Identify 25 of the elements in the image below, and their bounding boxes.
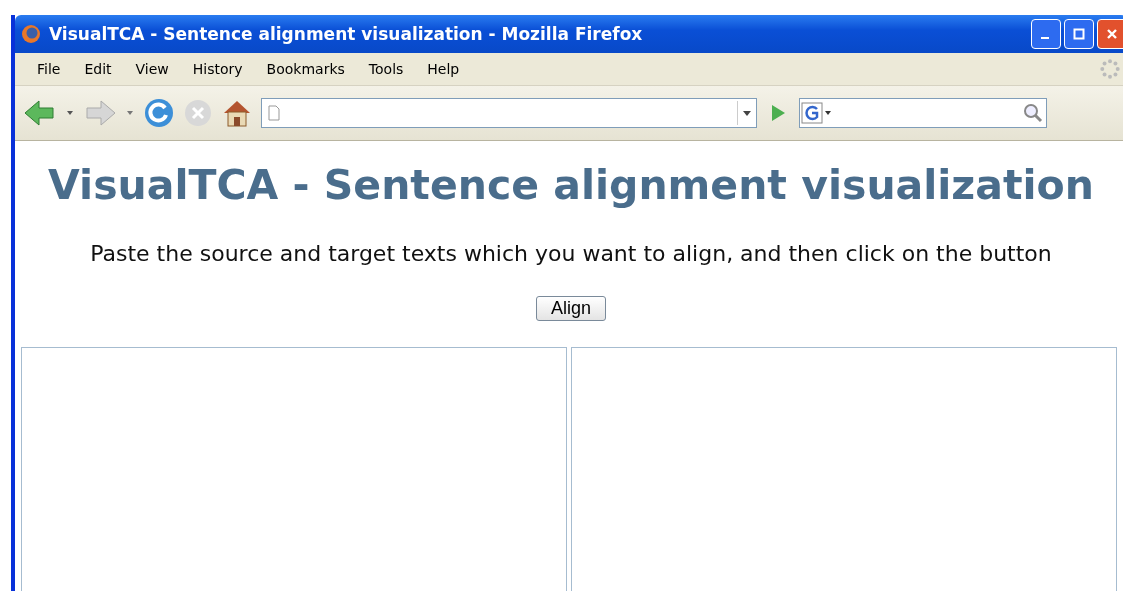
search-field[interactable]: [799, 98, 1047, 128]
back-arrow-icon[interactable]: [23, 98, 57, 128]
menu-item[interactable]: Tools: [356, 61, 416, 77]
menu-item[interactable]: Edit: [72, 61, 124, 77]
menu-item[interactable]: View: [123, 61, 181, 77]
menu-item[interactable]: File: [25, 61, 73, 77]
menu-item[interactable]: Help: [415, 61, 472, 77]
close-icon: [1105, 27, 1119, 41]
align-button[interactable]: Align: [536, 296, 606, 321]
dropdown-icon[interactable]: [65, 109, 75, 117]
menu-item[interactable]: History: [180, 61, 255, 77]
maximize-button[interactable]: [1064, 19, 1094, 49]
page-heading: VisualTCA - Sentence alignment visualization: [48, 161, 1094, 209]
menu-item[interactable]: Bookmarks: [254, 61, 357, 77]
globe-icon: [21, 24, 41, 44]
window-title: VisualTCA - Sentence alignment visualization - Mozilla Firefox: [49, 24, 644, 44]
throbber-icon: [1099, 58, 1121, 80]
search-engine-icon[interactable]: [800, 101, 834, 125]
reload-icon[interactable]: [143, 97, 175, 129]
maximize-icon: [1072, 27, 1086, 41]
page-icon: [268, 105, 280, 121]
minimize-icon: [1040, 37, 1049, 39]
close-button[interactable]: [1097, 19, 1123, 49]
minimize-button[interactable]: [1031, 19, 1061, 49]
instruction-text: Paste the source and target texts which you want to align, and then click on the button: [90, 241, 1052, 266]
